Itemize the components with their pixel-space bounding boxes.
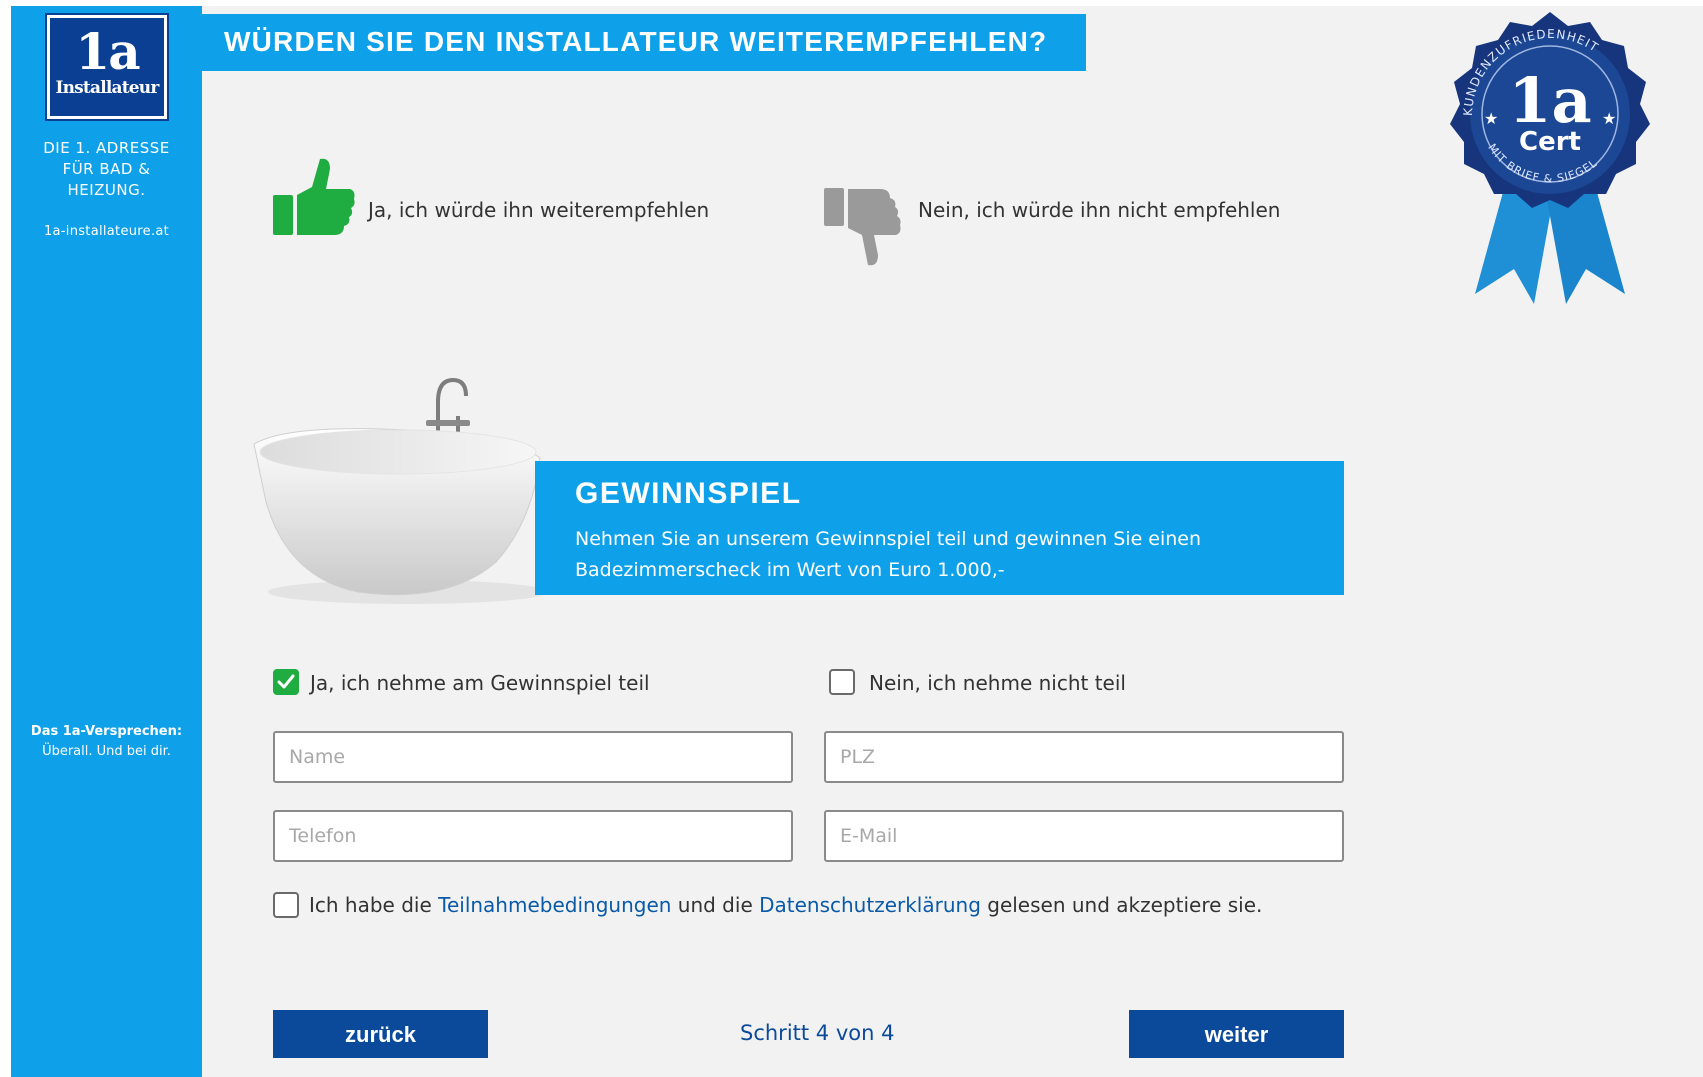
plz-input[interactable]: [824, 731, 1344, 783]
contest-description-line-1: Nehmen Sie an unserem Gewinnspiel teil u…: [575, 528, 1202, 550]
tagline-line-2: FÜR BAD &: [62, 160, 151, 178]
join-contest-checkbox[interactable]: [273, 669, 299, 695]
terms-middle: und die: [677, 893, 753, 917]
logo-mark: 1a: [75, 22, 140, 81]
checkmark-icon: [277, 674, 295, 689]
back-button[interactable]: zurück: [273, 1010, 488, 1058]
sidebar: 1a Installateur DIE 1. ADRESSE FÜR BAD &…: [11, 6, 202, 1077]
promise-text: Überall. Und bei dir.: [42, 744, 171, 759]
promise-block: Das 1a-Versprechen: Überall. Und bei dir…: [11, 722, 202, 762]
terms-suffix: gelesen und akzeptiere sie.: [987, 893, 1263, 917]
question-header: WÜRDEN SIE DEN INSTALLATEUR WEITEREMPFEH…: [202, 14, 1086, 71]
contest-description-line-2: Badezimmerscheck im Wert von Euro 1.000,…: [575, 559, 1005, 581]
recommend-yes-label[interactable]: Ja, ich würde ihn weiterempfehlen: [368, 198, 709, 222]
seal-star-right-icon: ★: [1602, 109, 1616, 128]
terms-conditions-link[interactable]: Teilnahmebedingungen: [438, 893, 671, 917]
phone-input[interactable]: [273, 810, 793, 862]
site-url-link[interactable]: 1a-installateure.at: [11, 224, 202, 239]
contest-title: GEWINNSPIEL: [575, 477, 802, 510]
contest-banner: GEWINNSPIEL Nehmen Sie an unserem Gewinn…: [535, 461, 1344, 595]
terms-checkbox[interactable]: [273, 892, 299, 918]
terms-prefix: Ich habe die: [309, 893, 432, 917]
tagline-line-1: DIE 1. ADRESSE: [43, 139, 170, 157]
next-button[interactable]: weiter: [1129, 1010, 1344, 1058]
seal-cert-text: Cert: [1519, 127, 1581, 157]
tagline-line-3: HEIZUNG.: [67, 181, 146, 199]
email-input[interactable]: [824, 810, 1344, 862]
decline-contest-label[interactable]: Nein, ich nehme nicht teil: [869, 671, 1126, 695]
tagline: DIE 1. ADRESSE FÜR BAD & HEIZUNG.: [11, 138, 202, 201]
step-indicator: Schritt 4 von 4: [740, 1021, 895, 1045]
recommend-no-label[interactable]: Nein, ich würde ihn nicht empfehlen: [918, 198, 1280, 222]
terms-text: Ich habe die Teilnahmebedingungen und di…: [309, 893, 1262, 917]
certificate-seal-icon: KUNDENZUFRIEDENHEIT 1a Cert ★ ★ MIT BRIE…: [1450, 12, 1650, 304]
promise-title: Das 1a-Versprechen:: [30, 724, 183, 739]
logo-wordmark: Installateur: [55, 78, 159, 98]
brand-logo[interactable]: 1a Installateur: [47, 15, 167, 119]
privacy-policy-link[interactable]: Datenschutzerklärung: [759, 893, 981, 917]
name-input[interactable]: [273, 731, 793, 783]
thumbs-down-icon[interactable]: [822, 185, 902, 270]
contest-description: Nehmen Sie an unserem Gewinnspiel teil u…: [575, 524, 1295, 586]
bathtub-image: [253, 377, 548, 604]
page-title: WÜRDEN SIE DEN INSTALLATEUR WEITEREMPFEH…: [224, 26, 1048, 57]
seal-star-left-icon: ★: [1484, 109, 1498, 128]
decline-contest-checkbox[interactable]: [829, 669, 855, 695]
join-contest-label[interactable]: Ja, ich nehme am Gewinnspiel teil: [310, 671, 650, 695]
thumbs-up-icon[interactable]: [270, 155, 356, 240]
